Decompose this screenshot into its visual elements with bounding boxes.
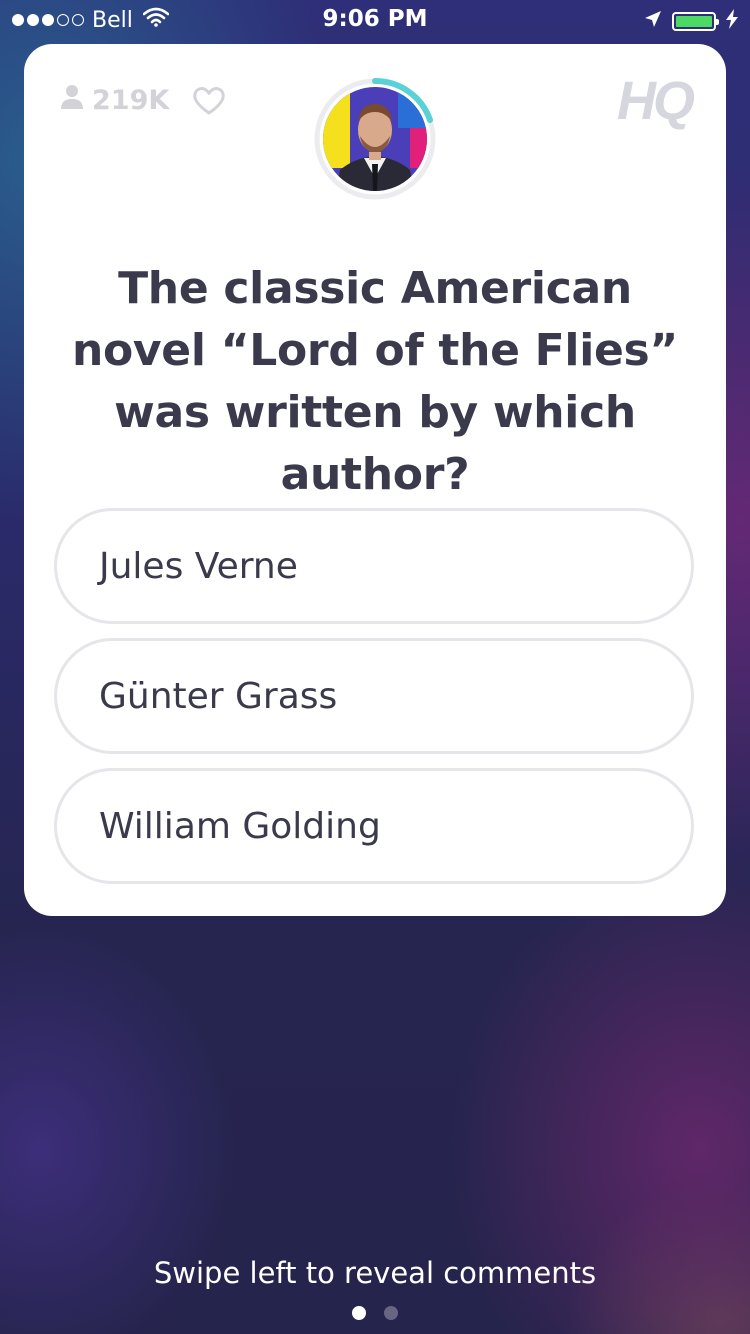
answer-option-label: Günter Grass xyxy=(99,675,338,717)
location-arrow-icon xyxy=(644,10,662,32)
viewer-count-label: 219K xyxy=(92,85,170,116)
status-bar: Bell 9:06 PM xyxy=(0,0,750,40)
hq-logo: HQ xyxy=(617,71,695,131)
answer-option-2[interactable]: Günter Grass xyxy=(54,638,694,754)
answer-option-3[interactable]: William Golding xyxy=(54,768,694,884)
question-text: The classic American novel “Lord of the … xyxy=(71,263,679,500)
page-dot-2[interactable] xyxy=(384,1306,398,1320)
charging-bolt-icon xyxy=(726,9,738,33)
viewer-count: 219K xyxy=(60,84,169,117)
answer-option-label: William Golding xyxy=(99,805,381,847)
battery-icon xyxy=(672,11,719,31)
answer-option-label: Jules Verne xyxy=(99,545,298,587)
status-time: 9:06 PM xyxy=(322,6,428,32)
page-dot-1[interactable] xyxy=(352,1306,366,1320)
person-icon xyxy=(60,84,84,117)
question-card: 219K HQ The classic American novel “Lord… xyxy=(24,44,726,916)
host-avatar xyxy=(314,77,436,200)
swipe-hint: Swipe left to reveal comments xyxy=(153,1256,597,1290)
heart-icon[interactable] xyxy=(192,86,226,120)
status-right xyxy=(644,9,738,33)
answer-option-1[interactable]: Jules Verne xyxy=(54,508,694,624)
page-indicator[interactable] xyxy=(0,1306,750,1320)
